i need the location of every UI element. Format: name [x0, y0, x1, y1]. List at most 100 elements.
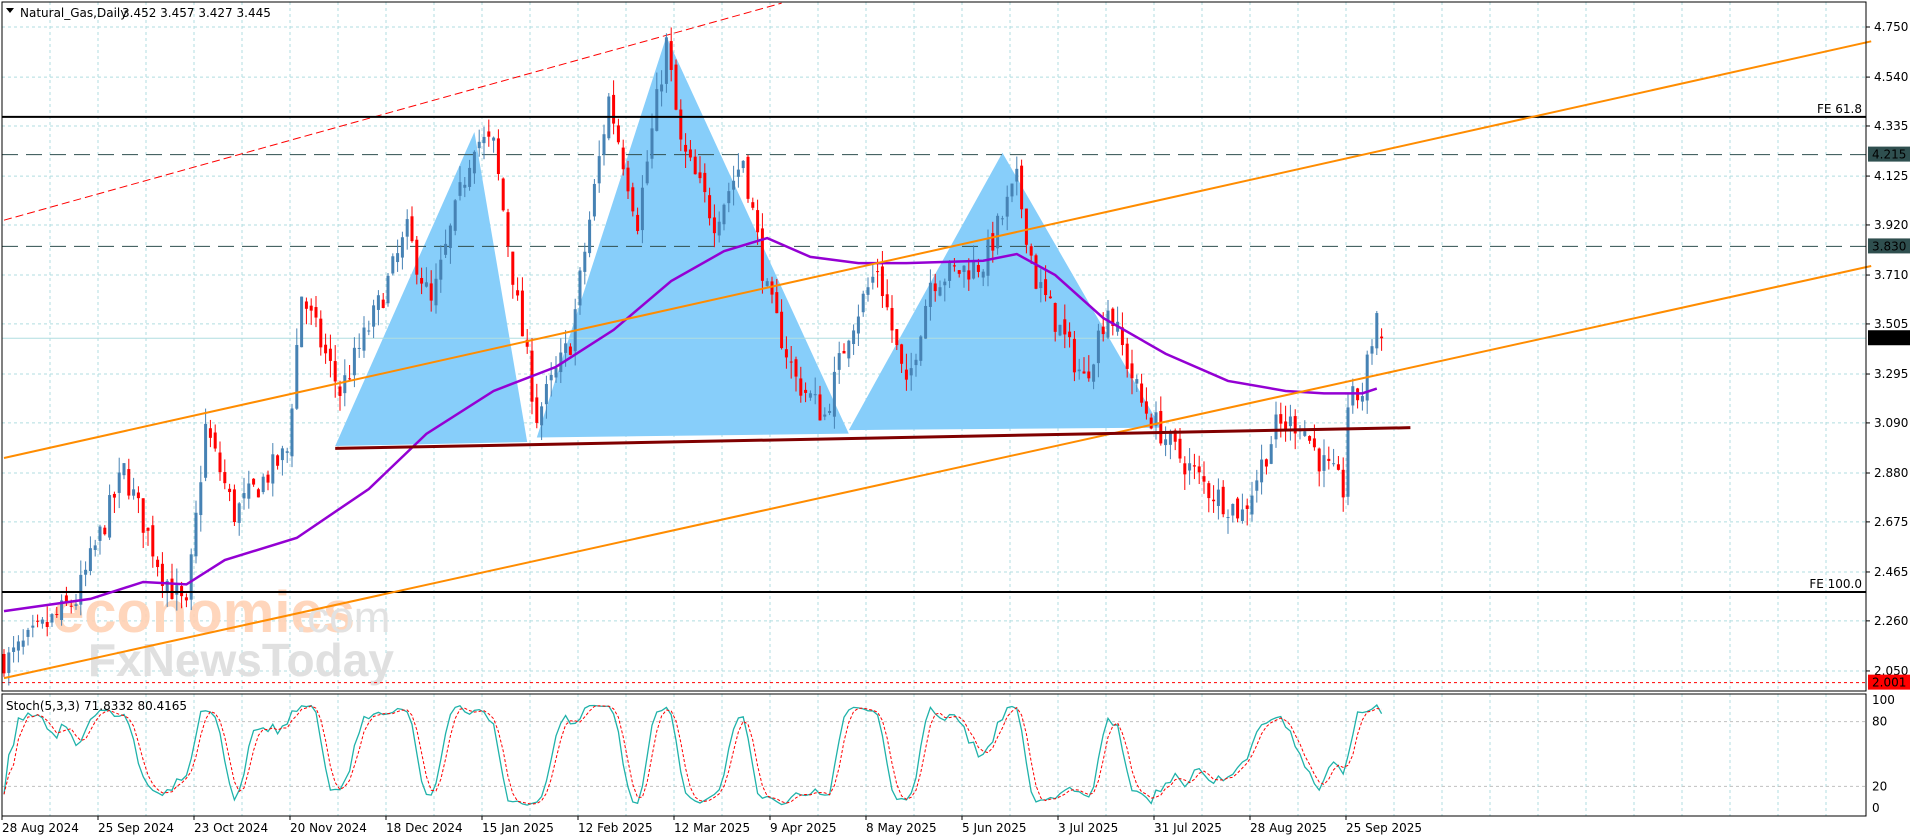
candle-body — [1130, 363, 1134, 379]
candle-body — [674, 64, 678, 110]
price-chart[interactable]: economies .com FxNewsToday FE 61.8FE 100… — [0, 0, 1916, 840]
candle-body — [319, 318, 323, 348]
candle-body — [837, 353, 841, 370]
candle-body — [175, 585, 179, 595]
candle-body — [1336, 464, 1340, 470]
candle-body — [1192, 465, 1196, 467]
candle-body — [477, 141, 481, 149]
candle-body — [304, 301, 308, 309]
stoch-tick-label: 0 — [1872, 801, 1880, 815]
x-tick-label: 15 Jan 2025 — [482, 821, 554, 835]
candle-body — [621, 147, 625, 170]
candle-body — [136, 492, 140, 499]
stoch-values: 71.8332 80.4165 — [84, 699, 187, 713]
candle-body — [112, 493, 116, 498]
candle-body — [40, 619, 44, 624]
candle-body — [276, 455, 280, 466]
candle-body — [324, 344, 328, 354]
x-tick-label: 28 Aug 2024 — [2, 821, 79, 835]
candle-body — [117, 472, 121, 493]
candle-body — [962, 265, 966, 272]
candle-body — [74, 604, 78, 606]
candle-body — [549, 374, 553, 381]
candle-body — [376, 295, 380, 310]
y-tick-label: 3.295 — [1874, 367, 1908, 381]
candle-body — [1202, 476, 1206, 482]
candle-body — [1077, 369, 1081, 372]
candle-body — [679, 109, 683, 140]
candle-body — [1197, 466, 1201, 473]
candle-body — [818, 394, 822, 421]
fibo-level-label: FE 61.8 — [1817, 102, 1862, 116]
candle-body — [1231, 503, 1235, 516]
stoch-tick-label: 100 — [1872, 693, 1895, 707]
candle-body — [93, 545, 97, 550]
candle-body — [400, 237, 404, 258]
candle-body — [420, 277, 424, 284]
candle-body — [1044, 279, 1048, 296]
candle-body — [636, 214, 640, 232]
candle-body — [1039, 282, 1043, 289]
candle-body — [996, 215, 1000, 249]
candle-body — [871, 276, 875, 283]
candle-body — [1260, 459, 1264, 483]
candle-body — [439, 259, 443, 280]
candle-body — [938, 287, 942, 296]
candle-body — [45, 622, 49, 628]
candle-body — [727, 191, 731, 204]
candle-body — [1024, 208, 1028, 245]
price-tag-label: 3.445 — [1872, 331, 1906, 345]
candle-body — [69, 605, 73, 607]
candle-body — [1274, 414, 1278, 440]
candle-body — [760, 228, 764, 281]
candle-body — [544, 384, 548, 405]
y-tick-label: 4.540 — [1874, 70, 1908, 84]
candle-body — [866, 287, 870, 295]
candle-body — [1178, 438, 1182, 459]
candle-body — [141, 498, 145, 533]
y-tick-label: 4.335 — [1874, 119, 1908, 133]
candle-body — [309, 305, 313, 311]
y-tick-label: 2.675 — [1874, 515, 1908, 529]
candle-body — [338, 386, 342, 396]
x-tick-label: 20 Nov 2024 — [290, 821, 367, 835]
x-tick-label: 9 Apr 2025 — [770, 821, 837, 835]
candle-body — [712, 217, 716, 234]
head-shoulders-triangle — [848, 152, 1161, 431]
candle-body — [300, 296, 304, 348]
candle-body — [424, 282, 428, 287]
candle-body — [472, 151, 476, 174]
candle-body — [736, 169, 740, 177]
y-tick-label: 3.505 — [1874, 317, 1908, 331]
candle-body — [904, 369, 908, 380]
candle-body — [794, 359, 798, 377]
candle-body — [1005, 196, 1009, 217]
y-tick-label: 3.920 — [1874, 218, 1908, 232]
candle-body — [170, 578, 174, 599]
candle-body — [55, 614, 59, 616]
candle-body — [684, 144, 688, 152]
candle-body — [232, 489, 236, 523]
x-tick-label: 31 Jul 2025 — [1154, 821, 1222, 835]
candle-body — [448, 225, 452, 249]
x-tick-label: 18 Dec 2024 — [386, 821, 463, 835]
candle-body — [948, 262, 952, 281]
candle-body — [16, 641, 20, 651]
candle-body — [285, 451, 289, 453]
candle-body — [708, 195, 712, 219]
candle-body — [914, 359, 918, 366]
candle-body — [986, 238, 990, 276]
candle-body — [228, 488, 232, 493]
candle-body — [1058, 324, 1062, 336]
candle-body — [842, 350, 846, 354]
candle-body — [861, 293, 865, 313]
candle-body — [1144, 401, 1148, 414]
triangle-down-icon[interactable] — [6, 8, 14, 13]
candle-body — [876, 271, 880, 273]
candle-body — [132, 489, 136, 496]
candle-body — [1269, 444, 1273, 464]
candle-body — [242, 493, 246, 499]
candle-body — [122, 463, 126, 476]
candle-body — [784, 349, 788, 358]
candle-body — [103, 527, 107, 535]
